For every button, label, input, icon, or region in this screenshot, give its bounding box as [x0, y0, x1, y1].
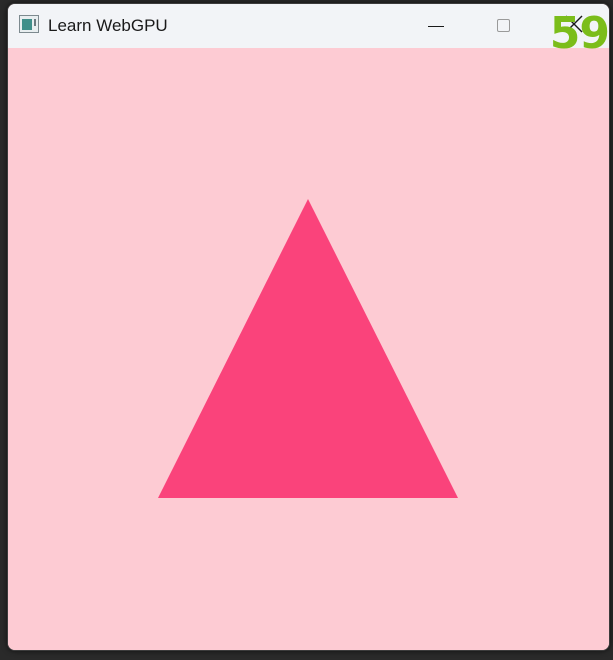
fps-counter: 59: [549, 8, 610, 59]
window-title: Learn WebGPU: [48, 16, 168, 35]
maximize-icon: [497, 19, 510, 32]
minimize-button[interactable]: [412, 4, 458, 48]
title-bar[interactable]: Learn WebGPU: [8, 4, 609, 48]
triangle-drawing: [158, 199, 458, 498]
rendered-triangle: [158, 199, 458, 498]
maximize-button[interactable]: [480, 4, 526, 48]
render-canvas[interactable]: [8, 48, 609, 650]
minimize-icon: [428, 26, 444, 27]
app-window-icon: [19, 15, 39, 33]
app-window: Learn WebGPU: [7, 3, 610, 651]
desktop-background: Learn WebGPU 59: [0, 0, 613, 660]
